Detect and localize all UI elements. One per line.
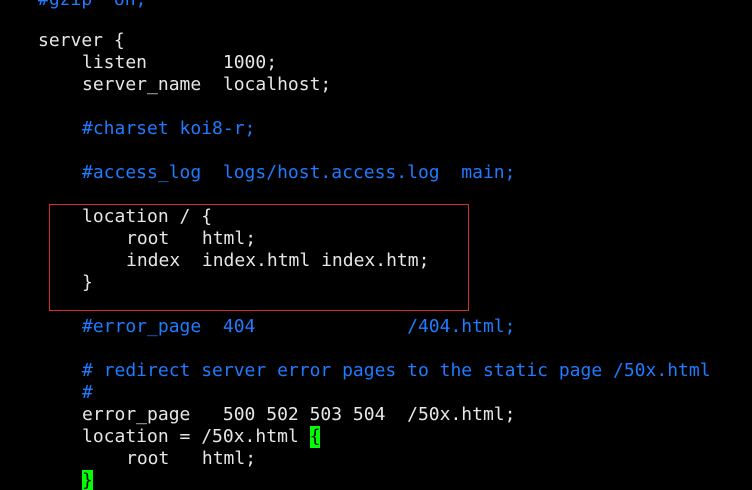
code-line-close-brace-cursor: } <box>82 470 93 490</box>
code-line-server-open: server { <box>38 30 125 51</box>
code-line-root-html-2: root html; <box>126 448 257 469</box>
code-line-access-log-comment: #access_log logs/host.access.log main; <box>82 162 516 183</box>
location-block-highlight-box <box>49 204 469 311</box>
terminal-editor[interactable]: #gzip on; server { listen 1000; server_n… <box>0 0 752 490</box>
code-line-server-name: server_name localhost; <box>82 74 332 95</box>
cursor-brace: } <box>82 470 93 490</box>
code-line-redirect-comment: # redirect server error pages to the sta… <box>82 360 711 381</box>
matching-brace-highlight: { <box>309 426 321 448</box>
code-line-error-page-comment: #error_page 404 /404.html; <box>82 316 516 337</box>
code-line-hash-comment: # <box>82 382 93 403</box>
code-line-location-50x: location = /50x.html { <box>82 426 321 448</box>
code-line-error-page: error_page 500 502 503 504 /50x.html; <box>82 404 516 425</box>
code-line-listen: listen 1000; <box>82 52 278 73</box>
location-50x-text: location = /50x.html <box>82 426 310 447</box>
code-line-gzip-partial: #gzip on; <box>38 0 146 11</box>
code-line-charset-comment: #charset koi8-r; <box>82 118 256 139</box>
